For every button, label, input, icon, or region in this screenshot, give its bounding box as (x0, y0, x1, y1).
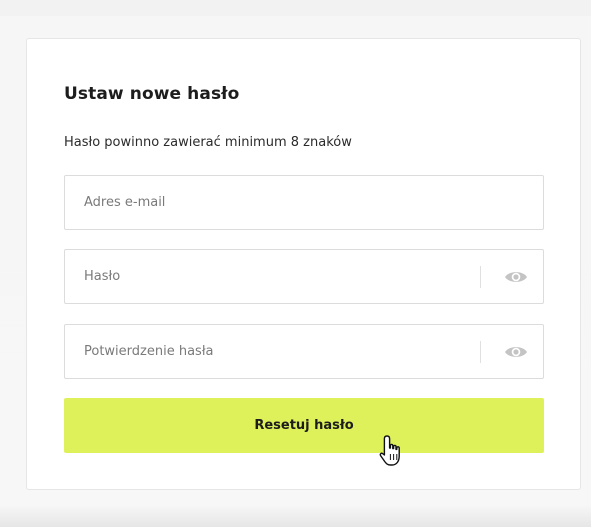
form-title: Ustaw nowe hasło (64, 84, 240, 104)
password-field (64, 249, 544, 304)
reset-password-card: Ustaw nowe hasło Hasło powinno zawierać … (26, 38, 581, 490)
reset-password-button[interactable]: Resetuj hasło (64, 398, 544, 453)
password-input[interactable] (65, 250, 543, 303)
top-strip (0, 0, 591, 16)
password-field-divider (480, 266, 481, 288)
password-confirm-field-divider (480, 341, 481, 363)
password-hint: Hasło powinno zawierać minimum 8 znaków (64, 135, 352, 150)
password-confirm-input[interactable] (65, 325, 543, 378)
email-input[interactable] (65, 176, 543, 229)
eye-icon[interactable] (503, 340, 529, 364)
password-confirm-field (64, 324, 544, 379)
eye-icon[interactable] (503, 265, 529, 289)
email-field (64, 175, 544, 230)
